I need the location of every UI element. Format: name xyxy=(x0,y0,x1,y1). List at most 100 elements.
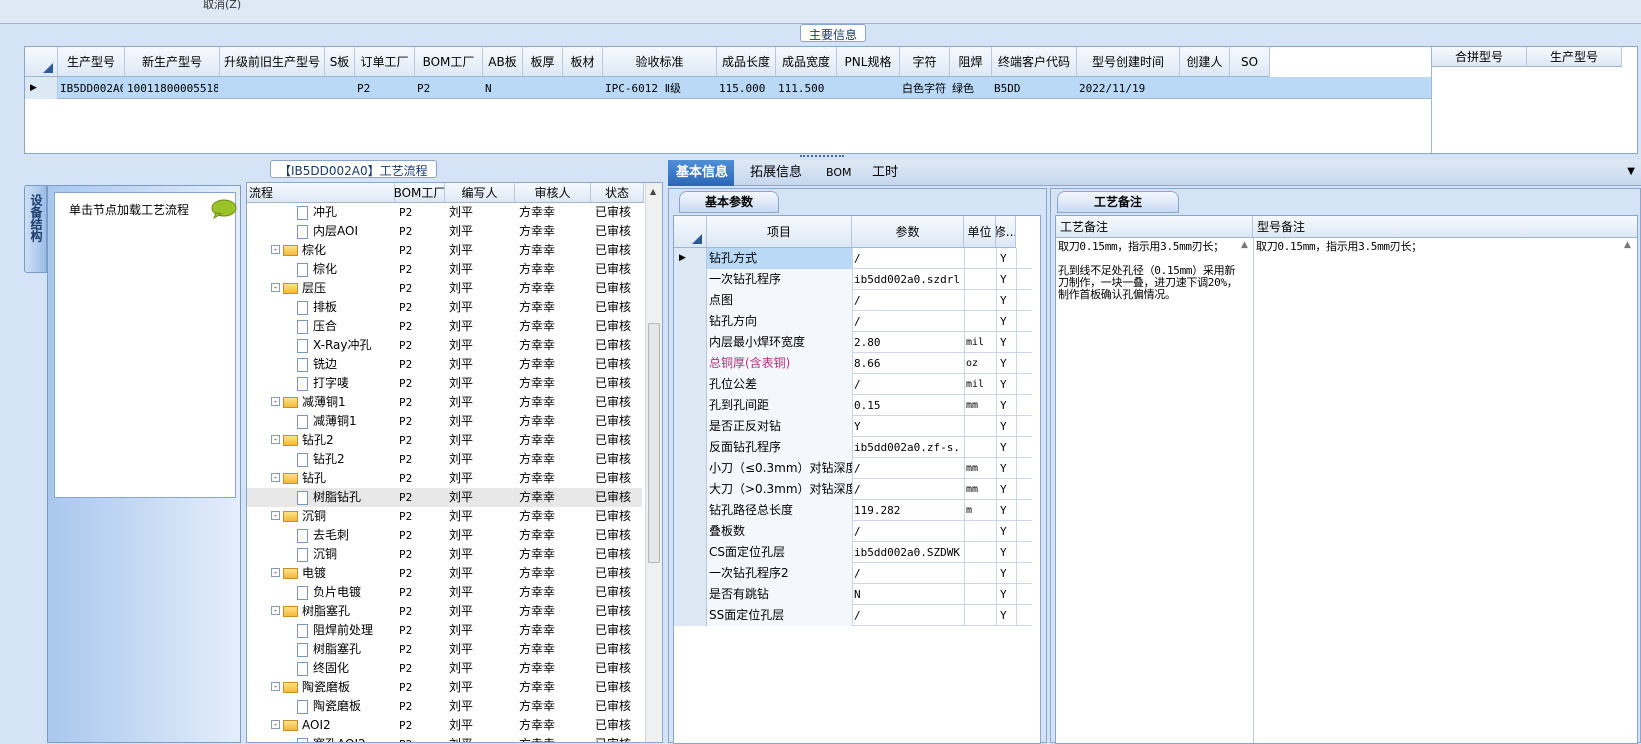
table-row[interactable]: 大刀（>0.3mm）对钻深度 / mm Y xyxy=(674,479,1032,500)
tree-node[interactable]: - AOI2 xyxy=(271,716,393,735)
table-cell[interactable]: 111.500 xyxy=(778,77,835,99)
tree-node[interactable]: 打字唛 xyxy=(297,374,393,393)
tree-node[interactable]: 树脂钻孔 xyxy=(297,488,393,507)
tree-node[interactable]: 钻孔2 xyxy=(297,450,393,469)
table-cell[interactable]: P2 xyxy=(357,77,413,99)
tree-node[interactable]: - 棕化 xyxy=(271,241,393,260)
tab-3[interactable]: 工时 xyxy=(864,160,904,186)
tree-node[interactable]: 阻焊前处理 xyxy=(297,621,393,640)
column-header[interactable]: 新生产型号 xyxy=(125,47,220,77)
tree-row[interactable]: 陶瓷磨板 P2 刘平 方幸幸 已审核 xyxy=(247,697,642,716)
tree-row[interactable]: - 层压 P2 刘平 方幸幸 已审核 xyxy=(247,279,642,298)
column-header[interactable]: 审核人 xyxy=(515,183,591,203)
tree-node[interactable]: - 层压 xyxy=(271,279,393,298)
tree-row[interactable]: 树脂钻孔 P2 刘平 方幸幸 已审核 xyxy=(247,488,642,507)
param-value[interactable]: / xyxy=(854,458,960,479)
column-header[interactable]: 生产型号 xyxy=(58,47,125,77)
tree-node[interactable]: 负片电镀 xyxy=(297,583,393,602)
table-cell[interactable]: IPC-6012 Ⅱ级 xyxy=(605,77,715,99)
column-header[interactable]: AB板 xyxy=(483,47,523,77)
column-header[interactable]: BOM工厂 xyxy=(395,183,445,203)
tree-node[interactable]: 压合 xyxy=(297,317,393,336)
tree-row[interactable]: 内层AOI P2 刘平 方幸幸 已审核 xyxy=(247,222,642,241)
tree-node[interactable]: - 沉铜 xyxy=(271,507,393,526)
column-header[interactable]: 升级前旧生产型号 xyxy=(220,47,325,77)
collapse-icon[interactable]: - xyxy=(271,473,280,482)
column-header[interactable]: SO xyxy=(1230,47,1270,77)
table-row[interactable]: ▶ 钻孔方式 / Y xyxy=(674,248,1032,269)
collapse-icon[interactable]: - xyxy=(271,283,280,292)
model-note-text[interactable]: 取刀0.15mm，指示用3.5mm刃长； xyxy=(1256,241,1616,253)
param-value[interactable]: / xyxy=(854,479,960,500)
column-header[interactable]: 成品长度 xyxy=(717,47,776,77)
column-header[interactable]: 创建人 xyxy=(1180,47,1230,77)
tab-0[interactable]: 基本信息 xyxy=(668,160,734,186)
table-row[interactable]: ▶ IB5DD002A0 10011800005518 P2 P2 N IPC-6012 Ⅱ… xyxy=(25,77,1431,99)
table-row[interactable]: 总铜厚(含表铜) 8.66 oz Y xyxy=(674,353,1032,374)
tree-node[interactable]: X-Ray冲孔 xyxy=(297,336,393,355)
tree-row[interactable]: 去毛刺 P2 刘平 方幸幸 已审核 xyxy=(247,526,642,545)
column-header[interactable]: PNL规格 xyxy=(837,47,900,77)
chevron-down-icon[interactable]: ▼ xyxy=(1627,166,1635,177)
tree-node[interactable]: 减薄铜1 xyxy=(297,412,393,431)
column-header[interactable]: 型号创建时间 xyxy=(1077,47,1180,77)
tree-node[interactable]: 终固化 xyxy=(297,659,393,678)
table-row[interactable]: CS面定位孔层 ib5dd002a0.SZDWK Y xyxy=(674,542,1032,563)
tree-row[interactable]: - 沉铜 P2 刘平 方幸幸 已审核 xyxy=(247,507,642,526)
process-note-text[interactable]: 取刀0.15mm，指示用3.5mm刃长； 孔到线不足处孔径（0.15mm）采用新… xyxy=(1058,241,1238,301)
tree-node[interactable]: 棕化 xyxy=(297,260,393,279)
param-value[interactable]: 8.66 xyxy=(854,353,960,374)
tree-row[interactable]: 终固化 P2 刘平 方幸幸 已审核 xyxy=(247,659,642,678)
column-header[interactable]: 验收标准 xyxy=(603,47,717,77)
table-cell[interactable]: 2022/11/19 xyxy=(1079,77,1178,99)
tree-node[interactable]: 陶瓷磨板 xyxy=(297,697,393,716)
collapse-icon[interactable]: - xyxy=(271,245,280,254)
table-cell[interactable]: IB5DD002A0 xyxy=(60,77,123,99)
table-row[interactable]: 钻孔路径总长度 119.282 m Y xyxy=(674,500,1032,521)
param-value[interactable]: ib5dd002a0.zf-s... xyxy=(854,437,960,458)
tree-row[interactable]: - 减薄铜1 P2 刘平 方幸幸 已审核 xyxy=(247,393,642,412)
collapse-icon[interactable]: - xyxy=(271,397,280,406)
tree-row[interactable]: 棕化 P2 刘平 方幸幸 已审核 xyxy=(247,260,642,279)
column-header[interactable]: 成品宽度 xyxy=(776,47,837,77)
table-cell[interactable]: N xyxy=(485,77,521,99)
table-row[interactable]: 孔位公差 / mil Y xyxy=(674,374,1032,395)
tree-row[interactable]: 塞孔AOI2 P2 刘平方幸幸已审核 xyxy=(247,735,642,742)
collapse-icon[interactable]: - xyxy=(271,511,280,520)
table-row[interactable]: 叠板数 / Y xyxy=(674,521,1032,542)
table-cell[interactable]: 绿色 xyxy=(952,77,990,99)
tree-row[interactable]: 铣边 P2 刘平 方幸幸 已审核 xyxy=(247,355,642,374)
column-header[interactable]: 阻焊 xyxy=(950,47,992,77)
collapse-icon[interactable]: - xyxy=(271,720,280,729)
column-header[interactable]: 状态 xyxy=(591,183,644,203)
table-cell[interactable]: 115.000 xyxy=(719,77,774,99)
column-header[interactable]: S板 xyxy=(325,47,355,77)
table-row[interactable]: 是否正反对钻 Y Y xyxy=(674,416,1032,437)
tree-row[interactable]: - 树脂塞孔 P2 刘平 方幸幸 已审核 xyxy=(247,602,642,621)
tree-row[interactable]: - 电镀 P2 刘平 方幸幸 已审核 xyxy=(247,564,642,583)
tree-row[interactable]: 打字唛 P2 刘平 方幸幸 已审核 xyxy=(247,374,642,393)
column-header[interactable]: 字符 xyxy=(900,47,950,77)
tree-row[interactable]: 压合 P2 刘平 方幸幸 已审核 xyxy=(247,317,642,336)
param-value[interactable]: Y xyxy=(854,416,960,437)
tree-row[interactable]: - AOI2 P2 刘平 方幸幸 已审核 xyxy=(247,716,642,735)
column-header[interactable]: 参数 xyxy=(852,216,964,248)
param-value[interactable]: / xyxy=(854,248,960,269)
tree-node[interactable]: 树脂塞孔 xyxy=(297,640,393,659)
column-header[interactable]: 终端客户代码 xyxy=(992,47,1077,77)
table-row[interactable]: 钻孔方向 / Y xyxy=(674,311,1032,332)
scroll-up-icon[interactable]: ▲ xyxy=(1241,240,1248,250)
param-value[interactable]: / xyxy=(854,563,960,584)
scroll-up-icon[interactable]: ▲ xyxy=(650,187,656,196)
process-flow-tree[interactable]: 冲孔 P2 刘平 方幸幸 已审核 内层AOI P2 刘平 方幸幸 已审核 - 棕化 P2 刘平 方幸幸 已审核… xyxy=(247,203,644,742)
column-header[interactable]: 单位 xyxy=(964,216,996,248)
table-cell[interactable]: 10011800005518 xyxy=(127,77,218,99)
table-row[interactable]: SS面定位孔层 / Y xyxy=(674,605,1032,626)
table-row[interactable]: 点图 / Y xyxy=(674,290,1032,311)
tab-1[interactable]: 拓展信息 xyxy=(742,160,810,186)
collapse-icon[interactable]: - xyxy=(271,435,280,444)
process-flow-scrollbar[interactable]: ▲ xyxy=(645,183,662,742)
param-value[interactable]: / xyxy=(854,605,960,626)
process-notes-title[interactable]: 工艺备注 xyxy=(1057,191,1179,213)
tree-row[interactable]: 冲孔 P2 刘平 方幸幸 已审核 xyxy=(247,203,642,222)
